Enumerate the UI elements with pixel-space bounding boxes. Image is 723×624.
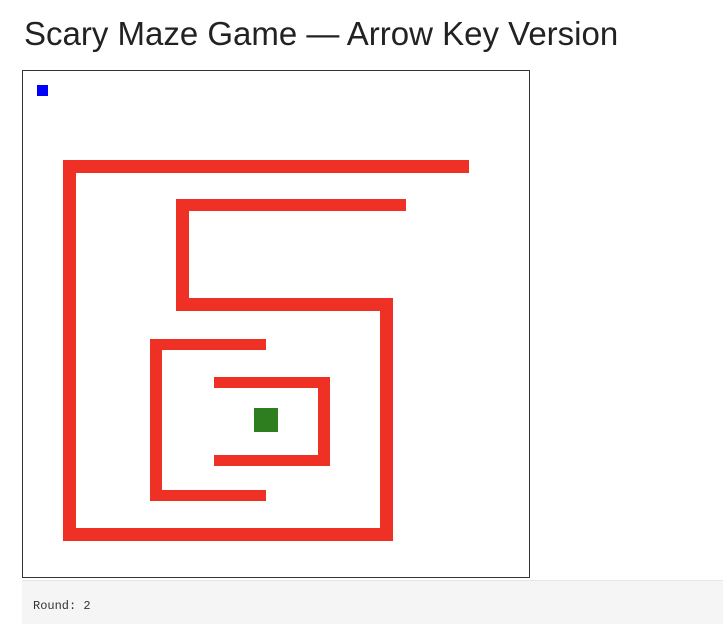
maze-wall: [318, 377, 330, 466]
maze-wall: [380, 298, 393, 541]
maze-wall: [63, 160, 469, 173]
page-title: Scary Maze Game — Arrow Key Version: [24, 15, 619, 52]
maze-wall: [176, 298, 393, 311]
status-bar: Round: 2: [22, 580, 723, 624]
player-square[interactable]: [37, 85, 48, 96]
round-readout: Round: 2: [33, 599, 91, 613]
maze-wall: [150, 339, 162, 501]
round-label: Round:: [33, 599, 77, 613]
maze-svg: [37, 85, 469, 541]
round-value: 2: [83, 599, 91, 613]
maze-wall: [176, 199, 406, 211]
maze-wall: [176, 199, 189, 311]
maze-wall: [63, 160, 76, 541]
maze-wall: [150, 490, 266, 501]
maze-wall: [214, 377, 330, 388]
maze-wall: [150, 339, 266, 350]
page: Scary Maze Game — Arrow Key Version Roun…: [0, 0, 723, 624]
maze-canvas[interactable]: [22, 70, 530, 578]
maze-wall: [214, 455, 330, 466]
maze-wall: [63, 528, 393, 541]
goal-square: [254, 408, 278, 432]
